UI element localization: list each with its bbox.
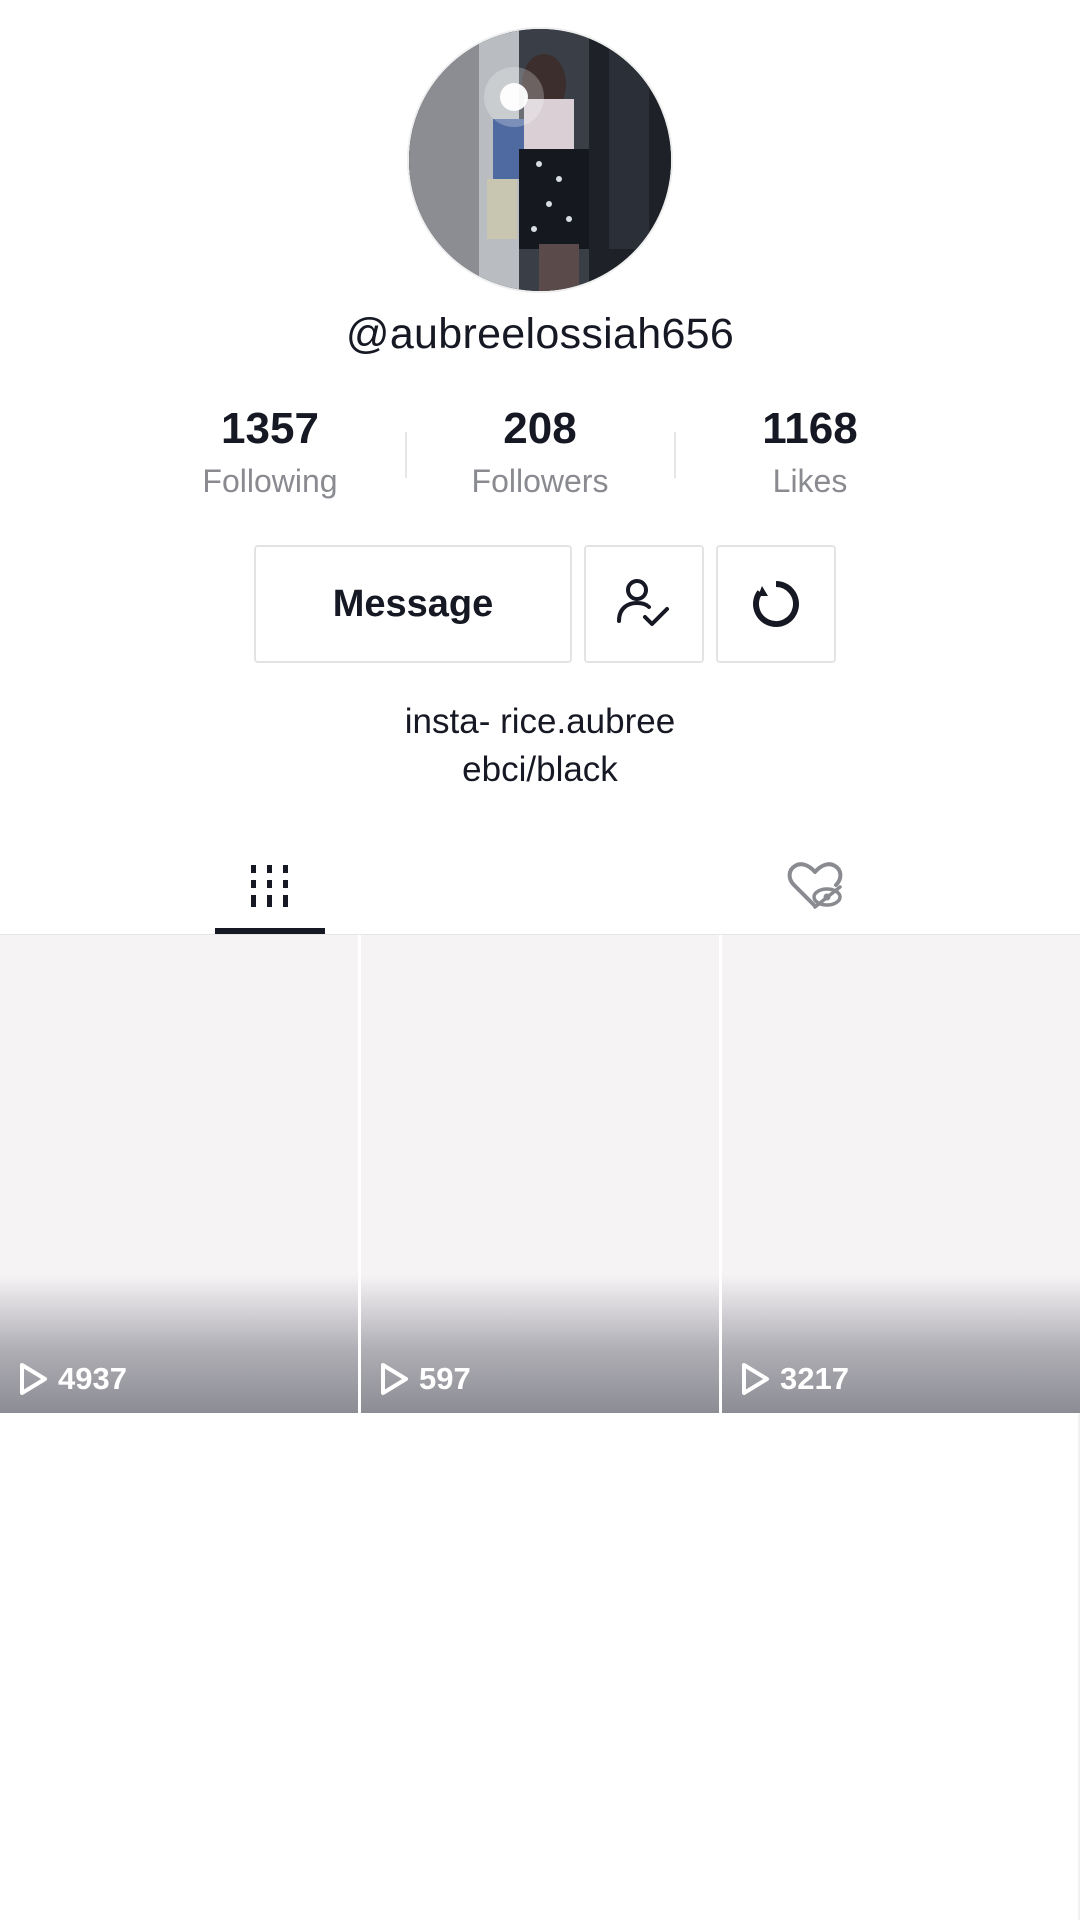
likes-label: Likes: [772, 463, 848, 499]
profile-page: @aubreelossiah656 1357 Following 208 Fol…: [0, 0, 1080, 1920]
stat-divider: [674, 432, 676, 478]
following-label: Following: [202, 463, 338, 499]
stat-divider: [405, 432, 407, 478]
likes-stat[interactable]: 1168 Likes: [700, 400, 920, 502]
view-count-text: 3217: [780, 1361, 849, 1396]
message-button-label: Message: [332, 582, 494, 625]
bio-line: insta- rice.aubree: [404, 702, 676, 741]
bio: insta- rice.aubree ebci/black: [0, 698, 1080, 794]
followers-stat[interactable]: 208 Followers: [430, 400, 650, 502]
grid-icon: [251, 865, 288, 907]
video-tile[interactable]: 4937: [0, 935, 358, 1413]
followers-count: 208: [503, 404, 577, 453]
followers-label: Followers: [471, 463, 609, 499]
tab-liked-videos[interactable]: [760, 838, 870, 934]
video-grid: 4937 597 3217: [0, 935, 1080, 1413]
suggested-accounts-button[interactable]: [716, 545, 836, 663]
avatar[interactable]: [409, 29, 671, 291]
avatar-photo: [409, 29, 671, 291]
tab-videos[interactable]: [215, 838, 325, 934]
bio-line: ebci/black: [462, 750, 618, 789]
play-icon: [381, 1363, 408, 1395]
message-button[interactable]: Message: [254, 545, 572, 663]
following-status-button[interactable]: [584, 545, 704, 663]
play-icon: [20, 1363, 47, 1395]
following-count: 1357: [221, 404, 319, 453]
view-count-text: 4937: [58, 1361, 127, 1396]
refresh-icon: [753, 581, 799, 627]
view-count-text: 597: [419, 1361, 471, 1396]
view-count: 4937: [18, 1361, 127, 1397]
play-icon: [742, 1363, 769, 1395]
username: @aubreelossiah656: [345, 310, 735, 358]
view-count: 3217: [740, 1361, 849, 1397]
user-check-icon: [617, 579, 669, 626]
video-tile[interactable]: 3217: [722, 935, 1080, 1413]
view-count: 597: [379, 1361, 471, 1397]
video-tile[interactable]: 597: [361, 935, 719, 1413]
hidden-heart-icon: [787, 862, 843, 909]
likes-count: 1168: [762, 404, 858, 453]
following-stat[interactable]: 1357 Following: [160, 400, 380, 502]
